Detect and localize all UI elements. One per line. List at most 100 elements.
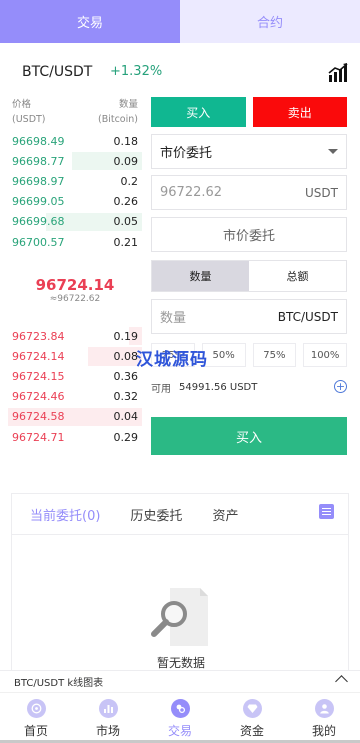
row-qty: 0.29 xyxy=(113,430,139,444)
empty-search-icon xyxy=(151,588,208,646)
row-price: 96699.05 xyxy=(12,195,65,209)
bid-row[interactable]: 96700.57 0.21 xyxy=(8,232,142,252)
tab-contract[interactable]: 合约 xyxy=(180,0,360,43)
nav-funds[interactable]: 资金 xyxy=(216,693,288,743)
bar-chart-icon xyxy=(98,699,118,718)
row-price: 96698.97 xyxy=(12,174,65,188)
chevron-down-icon xyxy=(328,149,338,154)
trade-page: 交易 合约 BTC/USDT +1.32% 价格 数量 (USDT) (Bitc… xyxy=(0,0,360,743)
plus-icon[interactable]: + xyxy=(334,380,347,393)
qty-unit: (Bitcoin) xyxy=(98,114,138,125)
ask-row[interactable]: 96723.84 0.19 xyxy=(8,326,142,346)
bid-row[interactable]: 96698.97 0.2 xyxy=(8,171,142,191)
percent-50-button[interactable]: 50% xyxy=(201,343,246,367)
nav-trade[interactable]: 交易 xyxy=(144,693,216,743)
bid-row[interactable]: 96698.77 0.09 xyxy=(8,151,142,171)
row-price: 96724.46 xyxy=(12,390,65,404)
user-icon xyxy=(314,699,334,718)
price-field[interactable]: 96722.62 USDT xyxy=(151,175,347,210)
document-icon[interactable] xyxy=(319,504,334,519)
side-tabs: 买入 卖出 xyxy=(151,97,347,127)
amount-mode-tabs: 数量 总额 xyxy=(151,260,347,292)
buy-button[interactable]: 买入 xyxy=(151,417,347,455)
chevron-up-icon[interactable] xyxy=(335,675,348,688)
row-qty: 0.36 xyxy=(113,370,139,384)
nav-mine[interactable]: 我的 xyxy=(288,693,360,743)
bottom-nav: 首页 市场 交易 资金 我的 xyxy=(0,692,360,743)
ask-row[interactable]: 96724.71 0.29 xyxy=(8,427,142,447)
pair-header: BTC/USDT +1.32% xyxy=(0,58,360,88)
kline-bar[interactable]: BTC/USDT k线图表 xyxy=(0,670,360,692)
ask-rows: 96723.84 0.19 96724.14 0.08 96724.15 0.36 9672… xyxy=(8,326,142,447)
nav-market-label: 市场 xyxy=(95,724,120,738)
quantity-unit: BTC/USDT xyxy=(277,309,338,324)
row-qty: 0.26 xyxy=(113,195,139,209)
row-price: 96724.71 xyxy=(12,430,65,444)
orders-tabs: 当前委托(0) 历史委托 资产 xyxy=(12,494,348,534)
order-book-header: 价格 数量 xyxy=(8,97,142,112)
order-type-select[interactable]: 市价委托 xyxy=(151,134,347,169)
nav-trade-label: 交易 xyxy=(167,724,192,738)
row-qty: 0.2 xyxy=(120,174,139,188)
row-qty: 0.18 xyxy=(113,134,139,148)
row-qty: 0.08 xyxy=(113,349,139,363)
nav-home[interactable]: 首页 xyxy=(0,693,72,743)
pair-change: +1.32% xyxy=(110,64,163,79)
ask-row[interactable]: 96724.14 0.08 xyxy=(8,346,142,366)
diamond-icon xyxy=(242,699,262,718)
last-price-ref: ≈96722.62 xyxy=(49,294,101,305)
order-type-value: 市价委托 xyxy=(160,146,213,161)
orders-panel: 当前委托(0) 历史委托 资产 暂无数据 xyxy=(11,493,349,673)
qty-label: 数量 xyxy=(118,99,138,110)
price-unit: USDT xyxy=(305,185,338,200)
trade-form: 买入 卖出 市价委托 96722.62 USDT 市价委托 数量 总额 数量 B… xyxy=(151,97,347,455)
last-price: 96724.14 xyxy=(35,276,115,295)
empty-text: 暂无数据 xyxy=(156,656,205,670)
row-qty: 0.09 xyxy=(113,154,139,168)
available-balance: 可用 54991.56 USDT + xyxy=(151,380,347,395)
available-label: 可用 xyxy=(151,383,171,395)
row-price: 96724.14 xyxy=(12,349,65,363)
sell-tab[interactable]: 卖出 xyxy=(252,97,347,127)
bid-row[interactable]: 96699.68 0.05 xyxy=(8,212,142,232)
pair-name[interactable]: BTC/USDT xyxy=(22,64,92,80)
last-price-block: 96724.14 ≈96722.62 xyxy=(8,276,142,304)
price-value: 96722.62 xyxy=(160,185,223,200)
row-price: 96723.84 xyxy=(12,329,65,343)
price-unit: (USDT) xyxy=(12,114,46,125)
tab-trade[interactable]: 交易 xyxy=(0,0,180,43)
order-book: 价格 数量 (USDT) (Bitcoin) 96698.49 0.18 96698… xyxy=(8,97,142,447)
buy-tab[interactable]: 买入 xyxy=(151,97,246,127)
bid-row[interactable]: 96699.05 0.26 xyxy=(8,192,142,212)
nav-home-label: 首页 xyxy=(23,724,48,738)
market-label: 市价委托 xyxy=(222,229,275,244)
ask-row[interactable]: 96724.15 0.36 xyxy=(8,367,142,387)
nav-market[interactable]: 市场 xyxy=(72,693,144,743)
row-qty: 0.04 xyxy=(113,410,139,424)
row-qty: 0.19 xyxy=(113,329,139,343)
tab-order-history[interactable]: 历史委托 xyxy=(130,505,182,524)
kline-label: BTC/USDT k线图表 xyxy=(14,678,104,689)
tab-amount[interactable]: 数量 xyxy=(152,261,249,291)
chart-icon[interactable] xyxy=(327,62,349,84)
exchange-icon xyxy=(170,699,190,718)
order-book-units: (USDT) (Bitcoin) xyxy=(8,112,142,127)
tab-assets[interactable]: 资产 xyxy=(212,505,238,524)
tab-current-orders[interactable]: 当前委托(0) xyxy=(30,505,100,524)
divider xyxy=(12,534,348,535)
market-order-field[interactable]: 市价委托 xyxy=(151,217,347,252)
compass-icon xyxy=(26,699,46,718)
bid-row[interactable]: 96698.49 0.18 xyxy=(8,131,142,151)
ask-row[interactable]: 96724.58 0.04 xyxy=(8,407,142,427)
row-price: 96698.49 xyxy=(12,134,65,148)
quantity-field[interactable]: 数量 BTC/USDT xyxy=(151,299,347,334)
row-price: 96700.57 xyxy=(12,235,65,249)
price-label: 价格 xyxy=(12,99,32,110)
row-qty: 0.21 xyxy=(113,235,139,249)
watermark: 汉城源码 xyxy=(136,350,208,370)
bid-rows: 96698.49 0.18 96698.77 0.09 96698.97 0.2 96699… xyxy=(8,131,142,252)
ask-row[interactable]: 96724.46 0.32 xyxy=(8,387,142,407)
percent-100-button[interactable]: 100% xyxy=(303,343,347,367)
percent-75-button[interactable]: 75% xyxy=(252,343,297,367)
tab-total[interactable]: 总额 xyxy=(249,261,346,291)
